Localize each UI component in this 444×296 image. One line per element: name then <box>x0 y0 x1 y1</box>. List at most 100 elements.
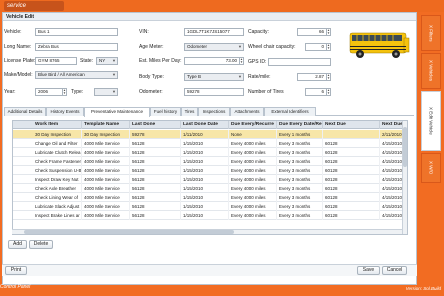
add-button[interactable]: Add <box>8 240 27 249</box>
capacity-field[interactable]: 66 ▲ ▼ <box>297 28 331 36</box>
table-cell: 4000 Mile Service <box>82 166 130 175</box>
table-cell: 56128 <box>130 139 181 148</box>
row-selector[interactable] <box>13 148 25 157</box>
tab-preventative-maintenance[interactable]: Preventative Maintenance <box>84 107 150 117</box>
tires-label: Number of Tires <box>248 89 284 95</box>
spinner-icon[interactable]: ▲ ▼ <box>326 44 330 50</box>
right-tab-filters[interactable]: X Filters <box>421 15 441 51</box>
print-button[interactable]: Print <box>5 266 27 275</box>
long-name-field[interactable]: Zebra Bus <box>35 43 118 51</box>
table-cell: 60128 <box>323 157 380 166</box>
table-cell: Every 4000 miles <box>229 193 277 202</box>
capacity-label: Capacity: <box>248 29 269 35</box>
vehicle-field[interactable]: Bus 1 <box>35 28 118 36</box>
table-row[interactable]: Check Lining Wear of 4000 Mile Service 561… <box>13 193 407 202</box>
table-cell: 56128 <box>130 184 181 193</box>
table-cell: 60128 <box>323 148 380 157</box>
col-due-every-recurring[interactable]: Due Every/Recurre <box>229 121 277 129</box>
state-value: NY <box>99 58 106 63</box>
right-tab-vehicles[interactable]: X Vehicles <box>421 53 441 89</box>
row-selector[interactable] <box>13 157 25 166</box>
row-selector[interactable] <box>13 184 25 193</box>
chevron-down-icon: ▼ <box>112 89 116 94</box>
maintenance-grid: Work Item Template Name Last Done Last D… <box>12 120 408 235</box>
year-field[interactable]: 2006 ▲ ▼ <box>35 88 67 96</box>
row-selector[interactable] <box>13 211 25 220</box>
delete-button[interactable]: Delete <box>29 240 53 249</box>
table-cell: 56128 <box>130 193 181 202</box>
save-button[interactable]: Save <box>357 266 380 275</box>
table-cell: 60128 <box>323 139 380 148</box>
table-cell: Every 4000 miles <box>229 157 277 166</box>
spinner-icon[interactable]: ▲ ▼ <box>326 89 330 95</box>
right-tab-wo[interactable]: X W/O <box>421 153 441 183</box>
col-due-every-date[interactable]: Due Every Date/Re <box>277 121 323 129</box>
col-last-done[interactable]: Last Done <box>130 121 181 129</box>
tab-fuel-history[interactable]: Fuel history <box>150 107 181 116</box>
table-cell: 56128 <box>130 211 181 220</box>
state-select[interactable]: NY ▼ <box>96 57 118 65</box>
control-panel-link[interactable]: Control Panel <box>0 284 30 290</box>
row-selector[interactable] <box>13 166 25 175</box>
tab-external-identifiers[interactable]: External Identifiers <box>264 107 316 116</box>
license-field[interactable]: GYM 8765 <box>35 57 77 65</box>
grid-vertical-scrollbar[interactable] <box>402 121 407 234</box>
table-cell: 56128 <box>130 166 181 175</box>
school-bus-image <box>347 24 411 64</box>
right-tab-edit-vehicle[interactable]: X Edit Vehicle <box>421 91 441 151</box>
row-selector[interactable] <box>13 202 25 211</box>
type-label: Type: <box>71 89 84 95</box>
table-row[interactable]: Lubricate Clutch Relea 4000 Mile Service 5… <box>13 148 407 157</box>
odometer-field[interactable]: 59278 <box>184 88 244 96</box>
tab-history-events[interactable]: History Events <box>46 107 84 116</box>
table-cell: 4000 Mile Service <box>82 139 130 148</box>
table-cell: Every 4000 miles <box>229 211 277 220</box>
table-cell: 60128 <box>323 202 380 211</box>
tab-additional-details[interactable]: Additional Details <box>4 107 46 116</box>
footer-bar: Print Save Cancel <box>2 264 417 276</box>
spinner-icon[interactable]: ▲ ▼ <box>326 74 330 80</box>
tab-tires[interactable]: Tires <box>181 107 198 116</box>
spinner-icon[interactable]: ▲ ▼ <box>326 29 330 35</box>
vin-label: VIN: <box>139 29 149 35</box>
col-last-done-date[interactable]: Last Done Date <box>181 121 229 129</box>
vin-field[interactable]: 1GDL7T1K7JS15077 <box>184 28 244 36</box>
wheelchair-field[interactable]: 0 ▲ ▼ <box>305 43 331 51</box>
row-selector[interactable] <box>13 139 25 148</box>
miles-value: 73.00 <box>225 58 237 63</box>
grid-horizontal-scrollbar[interactable] <box>12 229 402 234</box>
gps-field[interactable] <box>268 58 331 66</box>
table-row[interactable]: Inspect Brake Lines ar 4000 Mile Service 5… <box>13 211 407 220</box>
col-work-item[interactable]: Work Item <box>33 121 82 129</box>
table-cell: 1/15/2010 <box>181 148 229 157</box>
spinner-icon[interactable]: ▲ ▼ <box>62 89 66 95</box>
table-row[interactable]: Check Suspension U-B 4000 Mile Service 561… <box>13 166 407 175</box>
miles-field[interactable]: 73.00 ▲ ▼ <box>184 57 244 65</box>
table-row[interactable]: 30 Day Inspection 30 Day Inspection 59278 1… <box>13 130 407 139</box>
row-selector[interactable] <box>13 130 25 139</box>
cancel-button[interactable]: Cancel <box>382 266 407 275</box>
table-row[interactable]: Change Oil and Filter 4000 Mile Service 56… <box>13 139 407 148</box>
tab-attachments[interactable]: Attachments <box>230 107 264 116</box>
col-next-due[interactable]: Next Due <box>323 121 380 129</box>
scroll-thumb[interactable] <box>403 127 407 167</box>
rate-field[interactable]: 2.87 ▲ ▼ <box>297 73 331 81</box>
scroll-thumb[interactable] <box>24 230 234 234</box>
body-type-select[interactable]: Type B ▼ <box>184 73 244 81</box>
table-row[interactable]: Check Axle Breather 4000 Mile Service 5612… <box>13 184 407 193</box>
table-cell: 1/15/2010 <box>181 175 229 184</box>
row-selector[interactable] <box>13 175 25 184</box>
table-cell: Check Suspension U-B <box>35 166 82 175</box>
tab-inspections[interactable]: Inspections <box>198 107 230 116</box>
age-meter-select[interactable]: Odometer ▼ <box>184 43 244 51</box>
row-selector[interactable] <box>13 193 25 202</box>
table-cell: 30 Day Inspection <box>33 130 82 139</box>
type-select[interactable]: ▼ <box>94 88 118 96</box>
col-template-name[interactable]: Template Name <box>82 121 130 129</box>
table-row[interactable]: Inspect Draw Key Nut 4000 Mile Service 561… <box>13 175 407 184</box>
tires-field[interactable]: 6 ▲ ▼ <box>305 88 331 96</box>
table-row[interactable]: Lubricate Slack Adjust 4000 Mile Service 5… <box>13 202 407 211</box>
spinner-icon[interactable]: ▲ ▼ <box>239 58 243 64</box>
make-model-select[interactable]: Blue Bird / All American ▼ <box>35 71 118 79</box>
table-row[interactable]: Check Frame Fastener 4000 Mile Service 561… <box>13 157 407 166</box>
